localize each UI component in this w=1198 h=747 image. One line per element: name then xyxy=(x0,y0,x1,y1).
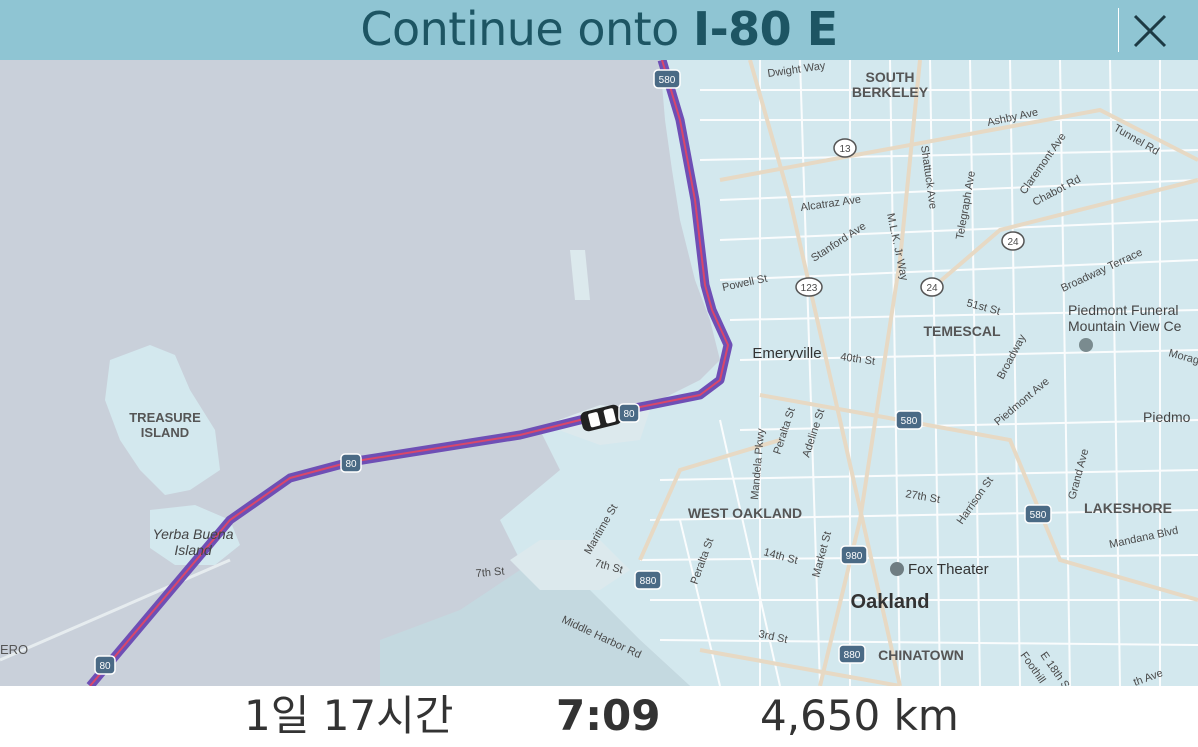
label-yerba-buena-2: Island xyxy=(174,542,213,558)
shield-i980: 980 xyxy=(846,551,863,562)
map-view[interactable]: 580 580 580 80 80 80 880 880 980 13 24 2… xyxy=(0,60,1198,686)
label-south-berkeley-2: BERKELEY xyxy=(852,84,929,100)
label-temescal: TEMESCAL xyxy=(924,323,1001,339)
label-treasure-island-2: ISLAND xyxy=(141,425,189,440)
label-fox-theater: Fox Theater xyxy=(908,561,989,578)
shield-i580-top: 580 xyxy=(659,75,676,86)
label-piedmont: Piedmo xyxy=(1143,409,1191,425)
label-oakland: Oakland xyxy=(851,591,930,613)
arrival-time: 7:09 xyxy=(556,691,661,740)
trip-summary-bar: 1일 17시간 7:09 4,650 km xyxy=(0,686,1198,747)
label-yerba-buena-1: Yerba Buena xyxy=(153,526,234,542)
label-piedmont-funeral-1: Piedmont Funeral xyxy=(1068,302,1179,318)
instruction-prefix: Continue onto xyxy=(360,2,679,56)
close-icon xyxy=(1133,14,1167,48)
instruction-road: I-80 E xyxy=(692,2,838,56)
label-edge-ero: ERO xyxy=(0,642,28,657)
label-treasure-island-1: TREASURE xyxy=(129,410,201,425)
shield-i880-a: 880 xyxy=(640,576,657,587)
shield-i80-near-car: 80 xyxy=(623,409,635,420)
shield-ca13: 13 xyxy=(839,144,851,155)
map-canvas[interactable]: 580 580 580 80 80 80 880 880 980 13 24 2… xyxy=(0,60,1198,686)
shield-i80-center: 80 xyxy=(345,459,357,470)
shield-i880-b: 880 xyxy=(844,650,861,661)
theater-poi-icon xyxy=(890,562,904,576)
label-emeryville: Emeryville xyxy=(752,345,821,362)
label-west-oakland: WEST OAKLAND xyxy=(688,505,802,521)
shield-ca24-a: 24 xyxy=(1007,237,1019,248)
turn-instruction: Continue onto I-80 E xyxy=(0,0,1198,60)
navigation-banner: Continue onto I-80 E xyxy=(0,0,1198,60)
cemetery-poi-icon xyxy=(1079,338,1093,352)
shield-ca123: 123 xyxy=(801,283,818,294)
remaining-duration: 1일 17시간 xyxy=(244,691,454,740)
shield-ca24-b: 24 xyxy=(926,283,938,294)
shield-i580-east: 580 xyxy=(1030,510,1047,521)
shield-i80-bottom: 80 xyxy=(99,661,111,672)
close-navigation-button[interactable] xyxy=(1118,8,1179,52)
label-lakeshore: LAKESHORE xyxy=(1084,500,1172,516)
street-7th-st-west: 7th St xyxy=(475,566,505,580)
shield-i580-mid: 580 xyxy=(901,416,918,427)
label-chinatown: CHINATOWN xyxy=(878,647,964,663)
remaining-distance: 4,650 km xyxy=(760,691,959,740)
label-piedmont-funeral-2: Mountain View Ce xyxy=(1068,318,1182,334)
label-south-berkeley-1: SOUTH xyxy=(866,69,915,85)
